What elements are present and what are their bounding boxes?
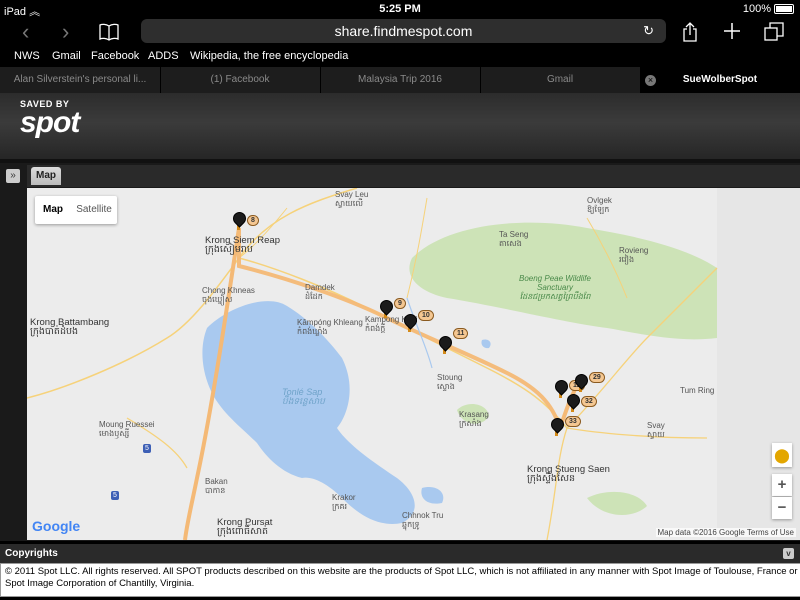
place-tonle-sap: Tonlé Sap បឹងទន្លេសាប — [282, 387, 325, 406]
spot-logo: SAVED BY spot — [20, 99, 80, 139]
road-shield-5: 5 — [111, 491, 119, 500]
status-time: 5:25 PM — [379, 3, 421, 15]
place-ta-seng: Ta Seng តាសេង — [499, 230, 529, 248]
share-icon[interactable] — [682, 22, 698, 47]
tab-suewolberspot[interactable]: SueWolberSpot — [640, 67, 800, 93]
place-ovlgek: Ovlgek ឱ្យឡែក — [587, 196, 612, 214]
marker-label: 32 — [581, 396, 597, 407]
battery-icon — [774, 4, 794, 15]
marker-label: 8 — [247, 215, 259, 226]
expand-panel-button[interactable]: » — [6, 169, 20, 183]
place-stoung: Stoung ស្ទោង — [437, 373, 463, 391]
place-kampong-khleang: Kâmpóng Khleang កំពង់ឃ្លាំង — [297, 318, 363, 336]
browser-toolbar: ‹ › share.findmespot.com ↻ — [0, 18, 800, 48]
spot-header: SAVED BY spot — [0, 93, 800, 159]
google-logo-text: Google — [32, 518, 81, 534]
place-krasang: Krasang ក្រសាំង — [459, 410, 489, 428]
place-moung-ruessei: Moung Ruessei មោងឫស្សី — [99, 420, 155, 438]
logo-spot: spot — [20, 106, 80, 139]
marker-label: 29 — [589, 372, 605, 383]
place-krakor: Krakor ក្រគរ — [332, 493, 356, 511]
bookmark-facebook[interactable]: Facebook — [91, 50, 139, 62]
zoom-in-button[interactable]: + — [772, 474, 792, 496]
tab-gmail[interactable]: Gmail — [480, 67, 641, 93]
map-canvas[interactable]: Svay Leu ស្វាយលើ Krong Siem Reap ក្រុងសៀមរ… — [27, 188, 800, 540]
tab-map[interactable]: Map — [31, 167, 61, 185]
tab-suewolberspot-label: SueWolberSpot — [682, 74, 758, 85]
copyrights-bar: Copyrights v — [0, 544, 800, 563]
url-text: share.findmespot.com — [334, 23, 473, 39]
place-rovieng: Rovieng រវៀង — [619, 246, 649, 264]
bookmarks-icon[interactable] — [99, 23, 119, 46]
zoom-out-button[interactable]: − — [772, 497, 792, 519]
map-type-control: Map Satellite — [35, 196, 117, 224]
place-bakan: Bakan បាកាន — [205, 477, 228, 495]
tab-facebook[interactable]: (1) Facebook — [160, 67, 321, 93]
bookmark-adds[interactable]: ADDS — [148, 50, 179, 62]
map-panel: » Map Svay Leu ស្វាយលើ Krong Siem Reap ក… — [0, 163, 800, 541]
status-bar: iPad ︽ 5:25 PM 100% — [0, 0, 800, 18]
place-damdek: Damdek ដំដែក — [305, 283, 335, 301]
bookmarks-bar: NWS Gmail Facebook ADDS Wikipedia, the f… — [0, 48, 800, 66]
map-type-satellite-button[interactable]: Satellite — [71, 196, 117, 224]
tab-alan-silverstein[interactable]: Alan Silverstein's personal li... — [0, 67, 161, 93]
place-svay-leu: Svay Leu ស្វាយលើ — [335, 190, 369, 208]
street-view-pegman-icon[interactable]: ⬤ — [772, 443, 792, 467]
marker-label: 9 — [394, 298, 406, 309]
copyrights-title: Copyrights — [5, 548, 58, 559]
place-boeng-peae: Boeng Peae Wildlife Sanctuary ដែនជម្រកសត្… — [519, 274, 591, 301]
battery-indicator: 100% — [743, 3, 794, 15]
tab-malaysia-trip[interactable]: Malaysia Trip 2016 — [320, 67, 481, 93]
browser-tabs: Alan Silverstein's personal li... (1) Fa… — [0, 67, 800, 93]
bookmark-nws[interactable]: NWS — [14, 50, 40, 62]
back-icon[interactable]: ‹ — [22, 18, 29, 46]
map-attribution[interactable]: Map data ©2016 Google Terms of Use — [655, 528, 796, 537]
bookmark-gmail[interactable]: Gmail — [52, 50, 81, 62]
url-field[interactable]: share.findmespot.com ↻ — [141, 19, 666, 43]
bookmark-wikipedia[interactable]: Wikipedia, the free encyclopedia — [190, 50, 348, 62]
place-krong-siem-reap: Krong Siem Reap ក្រុងសៀមរាប — [205, 235, 280, 255]
place-tum-ring: Tum Ring — [680, 386, 715, 395]
marker-label: 33 — [565, 416, 581, 427]
place-krong-stueng-saen: Krong Stueng Saen ក្រុងស្ទឹងសែន — [527, 464, 610, 484]
place-chhnok-tru: Chhnok Tru ឆ្នុកទ្រូ — [402, 511, 444, 529]
place-krong-battambang: Krong Battambang ក្រុងបាត់ដំបង — [30, 317, 110, 337]
map-tab-bar: Map — [27, 165, 800, 187]
map-type-map-button[interactable]: Map — [35, 196, 71, 224]
add-tab-icon[interactable] — [723, 22, 741, 45]
google-logo: Google — [32, 518, 80, 534]
place-svay: Svay ស្វាយ — [647, 421, 665, 439]
road-shield-5: 5 — [143, 444, 151, 453]
collapse-copyrights-button[interactable]: v — [783, 548, 794, 559]
forward-icon[interactable]: › — [62, 18, 69, 46]
place-krong-pursat: Krong Pursat ក្រុងពោធិ៍សាត់ — [217, 517, 273, 537]
marker-label: 10 — [418, 310, 434, 321]
marker-label: 11 — [453, 328, 469, 339]
map-base — [27, 188, 800, 540]
tabs-icon[interactable] — [764, 22, 784, 47]
close-tab-icon[interactable]: × — [645, 75, 656, 86]
reload-icon[interactable]: ↻ — [643, 19, 654, 43]
place-chong-khneas: Chong Khneas ចុងឃ្នៀស — [202, 286, 255, 304]
copyright-text: © 2011 Spot LLC. All rights reserved. Al… — [0, 563, 800, 597]
